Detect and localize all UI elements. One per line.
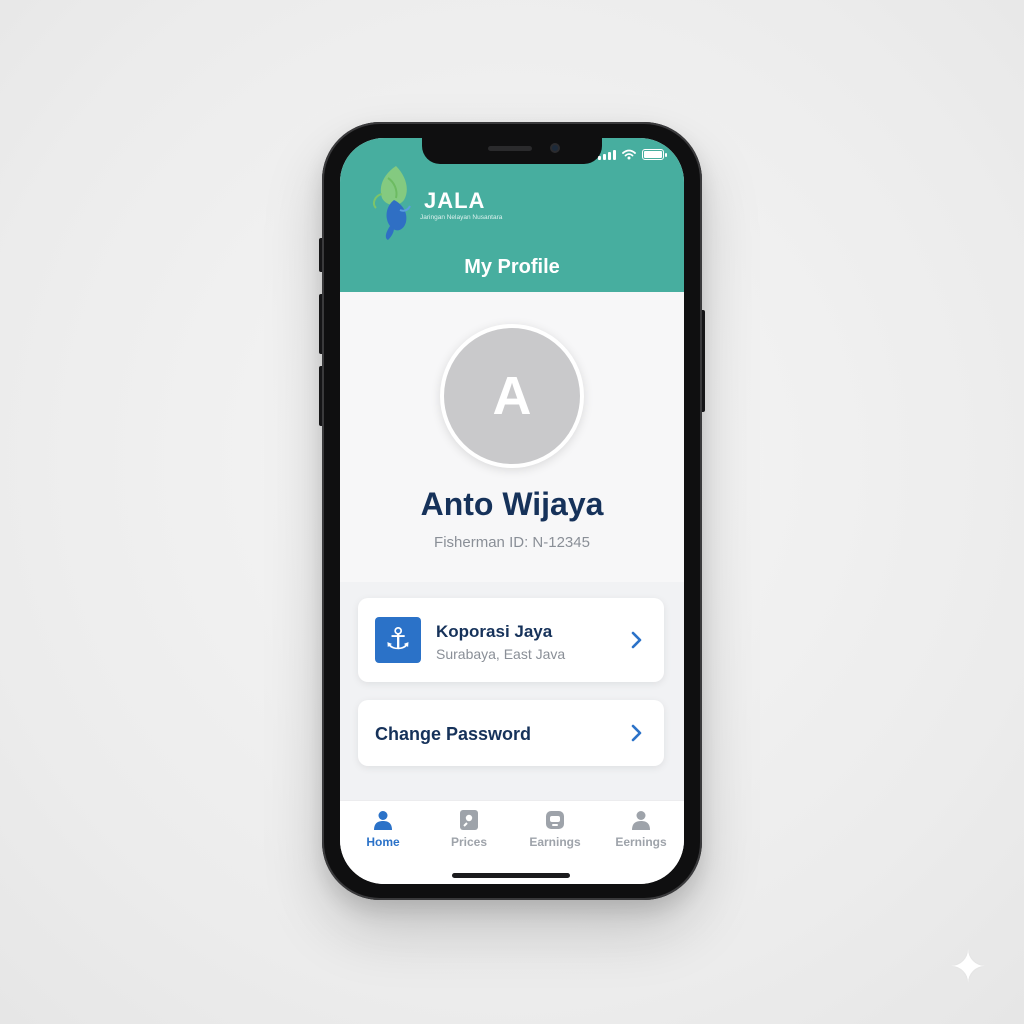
cooperative-card[interactable]: ⚓ Koporasi Jaya Surabaya, East Java [358, 598, 664, 682]
person-icon [632, 811, 650, 830]
cooperative-location: Surabaya, East Java [436, 646, 566, 662]
front-camera [550, 143, 560, 153]
person-icon [374, 811, 392, 830]
status-bar-icons [598, 149, 667, 160]
anchor-icon: ⚓ [375, 617, 421, 663]
notch [422, 138, 602, 164]
tab-eernings[interactable]: Eernings [598, 809, 684, 849]
wallet-icon [546, 811, 564, 829]
change-password-label: Change Password [375, 724, 532, 744]
avatar[interactable]: A [440, 324, 584, 468]
tab-label: Home [366, 835, 400, 849]
tab-earnings[interactable]: Earnings [512, 809, 598, 849]
home-indicator[interactable] [452, 873, 570, 878]
chevron-right-icon [631, 631, 642, 649]
profile-name: Anto Wijaya [420, 486, 604, 522]
tag-icon [460, 810, 478, 830]
page-title: My Profile [464, 256, 560, 278]
brand-tagline: Jaringan Nelayan Nusantara [420, 214, 503, 221]
change-password-button[interactable]: Change Password [358, 700, 664, 766]
profile-actions: ⚓ Koporasi Jaya Surabaya, East Java Chan… [340, 582, 684, 800]
wifi-icon [622, 149, 636, 160]
battery-icon [642, 149, 667, 160]
sparkle-icon: ✦ [949, 943, 987, 992]
chevron-right-icon [631, 724, 642, 742]
brand-name: JALA [424, 188, 486, 213]
tab-home[interactable]: Home [340, 809, 426, 849]
tab-label: Eernings [615, 835, 667, 849]
fish-logo-icon [373, 166, 411, 240]
bottom-tab-bar: Home Prices Earnings Eernings [340, 800, 684, 884]
speaker [488, 146, 532, 151]
tab-label: Earnings [529, 835, 581, 849]
phone-screen: JALA Jaringan Nelayan Nusantara My Profi… [340, 138, 684, 884]
tab-label: Prices [450, 835, 488, 849]
fisherman-id: Fisherman ID: N-12345 [434, 534, 590, 551]
tab-prices[interactable]: Prices [426, 809, 512, 849]
signal-icon [598, 149, 616, 160]
cooperative-name: Koporasi Jaya [436, 622, 553, 641]
